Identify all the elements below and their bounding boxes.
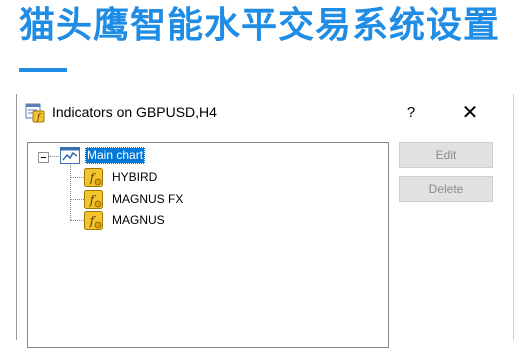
indicators-dialog: f Indicators on GBPUSD,H4 ? ✕ Main chart… — [16, 94, 516, 348]
indicators-tree[interactable]: Main chart f HYBIRD f MAGNUS FX f MAGNUS — [27, 142, 389, 348]
tree-connector — [70, 177, 84, 178]
indicator-label: HYBIRD — [112, 170, 158, 184]
indicators-list-icon: f — [25, 103, 45, 123]
dialog-titlebar: f Indicators on GBPUSD,H4 ? ✕ — [17, 94, 516, 132]
delete-button[interactable]: Delete — [399, 176, 493, 202]
collapse-toggle[interactable] — [38, 152, 49, 163]
custom-indicator-icon: f — [84, 190, 103, 209]
edit-button[interactable]: Edit — [399, 142, 493, 168]
dialog-title: Indicators on GBPUSD,H4 — [52, 104, 217, 120]
title-underline — [19, 68, 67, 72]
tree-connector — [70, 220, 84, 221]
tree-connector — [70, 165, 71, 220]
chart-window-icon — [60, 147, 80, 164]
dialog-right-edge — [513, 94, 514, 340]
indicator-label: MAGNUS FX — [112, 192, 184, 206]
tree-connector — [49, 156, 59, 157]
custom-indicator-icon: f — [84, 211, 103, 230]
close-button[interactable]: ✕ — [455, 99, 485, 127]
tree-item-main-chart[interactable]: Main chart — [85, 147, 146, 164]
indicator-label: MAGNUS — [112, 213, 165, 227]
help-button[interactable]: ? — [397, 99, 425, 127]
page-title: 猫头鹰智能水平交易系统设置 — [19, 5, 501, 46]
tree-connector — [70, 199, 84, 200]
custom-indicator-icon: f — [84, 168, 103, 187]
